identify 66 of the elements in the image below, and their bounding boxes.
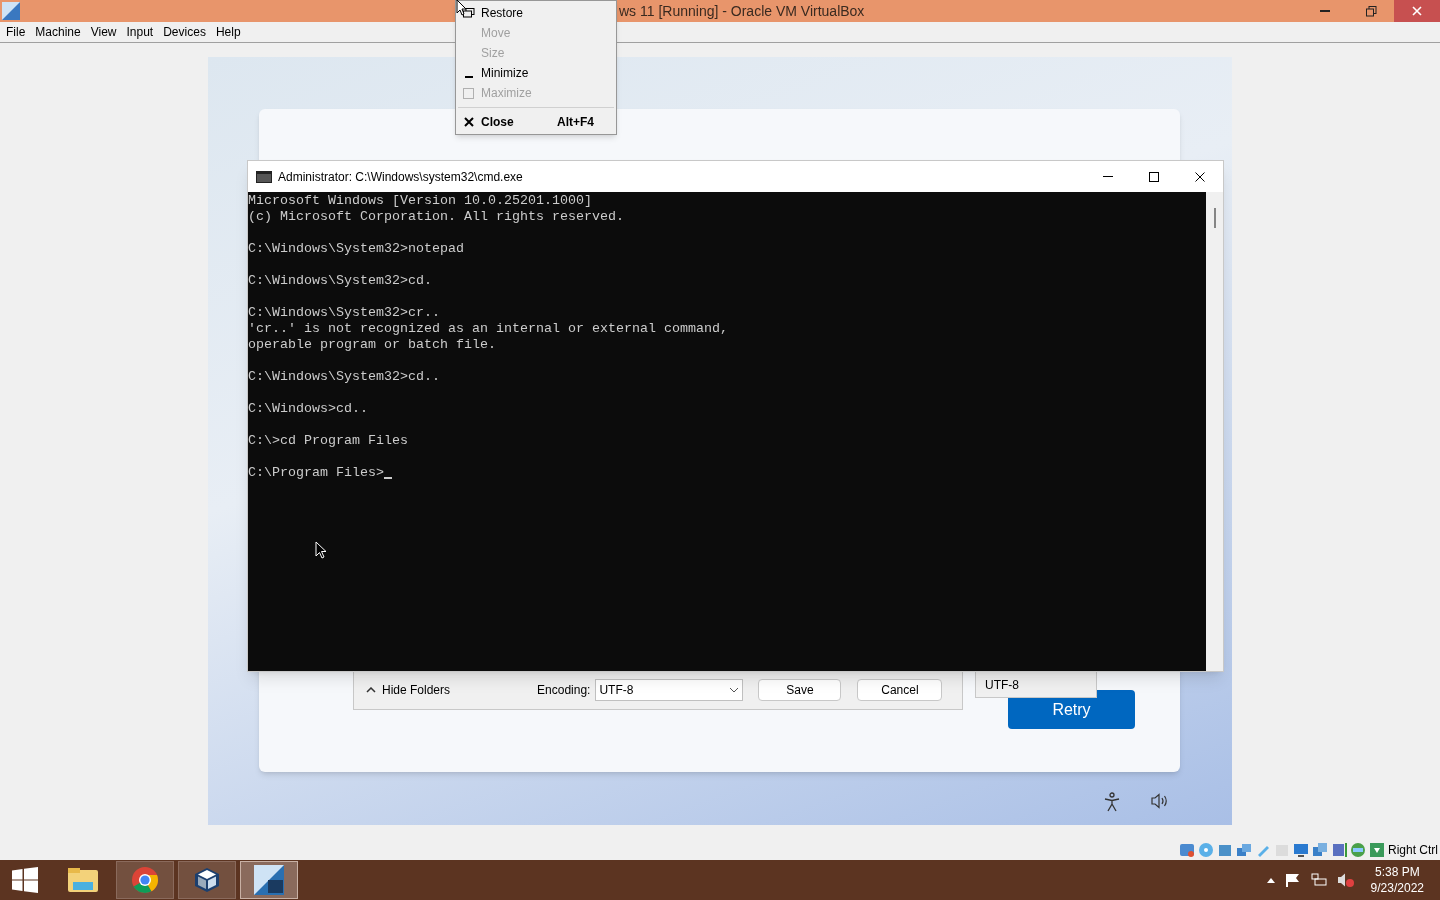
- vm-icon: [254, 865, 284, 895]
- accessibility-icon: [1103, 792, 1121, 812]
- console-line: (c) Microsoft Corporation. All rights reserved.: [248, 209, 624, 225]
- console-icon: [256, 170, 272, 183]
- mouse-cursor-icon: [315, 541, 327, 559]
- cancel-button[interactable]: Cancel: [857, 678, 943, 701]
- menu-item[interactable]: Devices: [158, 23, 211, 41]
- minimize-icon: [464, 75, 473, 78]
- flag-icon[interactable]: [1284, 873, 1301, 887]
- menu-entry[interactable]: Minimize: [456, 63, 616, 83]
- chevron-icon: [729, 686, 740, 693]
- menu-item[interactable]: File: [1, 23, 31, 41]
- console-line: C:\>cd Program Files: [248, 433, 408, 449]
- app-icon: [2, 2, 20, 20]
- display-icon: [1293, 842, 1309, 858]
- maximize-icon: [1149, 171, 1159, 182]
- mouse-cursor-icon: [456, 0, 466, 16]
- close-icon: [463, 117, 474, 127]
- network-icon[interactable]: [1310, 873, 1327, 887]
- chrome-icon: [131, 866, 159, 894]
- minimize-icon: [1103, 176, 1113, 177]
- taskbar-app[interactable]: [116, 861, 174, 899]
- clock-date: 9/23/2022: [1370, 880, 1424, 896]
- restore-icon: [462, 8, 475, 18]
- menu-item[interactable]: Help: [210, 23, 246, 41]
- clock[interactable]: 5:38 PM 9/23/2022: [1370, 864, 1424, 896]
- host-key-label: Right Ctrl: [1388, 842, 1438, 859]
- console-line: operable program or batch file.: [248, 337, 496, 353]
- taskbar-app[interactable]: [240, 861, 298, 899]
- console-line: C:\Program Files>: [248, 465, 384, 481]
- restore-icon: [1365, 5, 1377, 17]
- console-line: C:\Windows>cd..: [248, 401, 368, 417]
- encoding-dropdown[interactable]: UTF-8: [595, 678, 744, 701]
- menu-item[interactable]: Machine: [30, 23, 86, 41]
- maximize-icon: [463, 87, 474, 99]
- clock-time: 5:38 PM: [1374, 864, 1420, 880]
- caret-icon: [366, 686, 376, 693]
- volume-muted-icon[interactable]: [1336, 872, 1355, 888]
- chevron-up-icon[interactable]: [1266, 877, 1275, 883]
- disc-icon: [1198, 842, 1214, 858]
- windows-logo-icon: [12, 867, 38, 893]
- menu-entry[interactable]: Close Alt+F4: [456, 112, 616, 132]
- close-icon: [1412, 6, 1422, 16]
- console-line: C:\Windows\System32>notepad: [248, 241, 464, 257]
- save-button[interactable]: Save: [758, 678, 842, 701]
- download-icon: [1369, 842, 1385, 858]
- network-icon: [1236, 842, 1252, 858]
- console-line: C:\Windows\System32>cd..: [248, 369, 440, 385]
- console-line: C:\Windows\System32>cr..: [248, 305, 440, 321]
- scrollbar[interactable]: [1206, 192, 1223, 671]
- minimize-icon: [1320, 10, 1330, 12]
- console-title: Administrator: C:\Windows\system32\cmd.exe: [278, 168, 523, 186]
- menu-item[interactable]: Input: [121, 23, 159, 41]
- hide-folders-button[interactable]: Hide Folders: [366, 680, 451, 699]
- menu-item[interactable]: View: [85, 23, 122, 41]
- text-cursor: [384, 477, 392, 479]
- taskbar-app[interactable]: [178, 861, 236, 899]
- cube-icon: [193, 866, 221, 894]
- encoding-label: Encoding:: [537, 681, 591, 699]
- console-line: Microsoft Windows [Version 10.0.25201.1000]: [248, 193, 592, 209]
- volume-icon: [1151, 793, 1169, 809]
- console-line: 'cr..' is not recognized as an internal or external command,: [248, 321, 728, 337]
- folder-icon: [67, 866, 99, 894]
- close-icon: [1195, 171, 1205, 182]
- window-title: ws 11 [Running] - Oracle VM VirtualBox: [619, 1, 865, 21]
- console-line: C:\Windows\System32>cd.: [248, 273, 432, 289]
